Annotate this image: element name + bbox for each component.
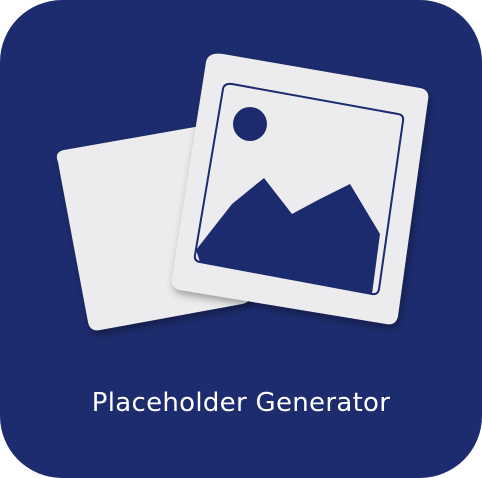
sun-icon: [233, 107, 267, 141]
front-photo-card: [171, 53, 429, 325]
app-icon[interactable]: Placeholder Generator: [0, 0, 482, 478]
app-name-label: Placeholder Generator: [91, 388, 391, 418]
